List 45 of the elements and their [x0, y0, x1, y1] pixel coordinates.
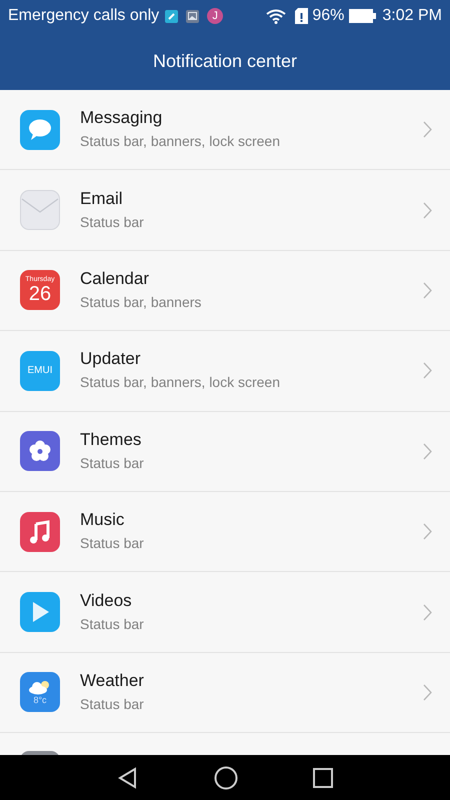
carrier-text: Emergency calls only	[8, 6, 160, 26]
home-icon[interactable]	[214, 766, 238, 790]
notification-channels: Status bar	[80, 212, 145, 232]
envelope-icon	[20, 190, 60, 230]
notification-channels: Status bar, banners	[80, 292, 202, 312]
edit-notification-icon	[165, 10, 178, 22]
chevron-right-icon	[423, 523, 432, 540]
app-name: Themes	[80, 428, 142, 451]
app-name: Messaging	[80, 107, 164, 130]
app-name: Videos	[80, 590, 133, 612]
clock-text: 3:02 PM	[382, 6, 442, 26]
chevron-right-icon	[423, 684, 432, 701]
chevron-right-icon	[423, 362, 432, 380]
app-name: Email	[80, 188, 124, 210]
app-name: Weather	[80, 670, 145, 692]
app-name: Calendar	[80, 268, 150, 290]
chevron-right-icon	[423, 282, 432, 299]
weather-icon: 8°c	[20, 672, 60, 712]
notification-channels: Status bar, banners, lock screen	[80, 132, 281, 152]
updater-icon: EMUI	[20, 350, 60, 391]
app-row[interactable]: Themes Status bar	[0, 412, 450, 492]
sim-alert-icon	[295, 8, 308, 24]
wifi-icon	[266, 8, 286, 24]
battery-icon	[349, 9, 376, 23]
recents-icon[interactable]	[312, 768, 333, 788]
speech-bubble-icon	[20, 110, 60, 150]
notification-channels: Status bar	[80, 694, 145, 714]
app-name: Music	[80, 509, 126, 532]
chevron-right-icon	[423, 604, 432, 621]
flower-icon	[20, 431, 60, 472]
chevron-right-icon	[423, 442, 432, 460]
app-row[interactable]: 8°c Weather Status bar	[0, 652, 450, 734]
screen-title: Notification center	[152, 50, 298, 72]
battery-percent: 96%	[312, 6, 344, 26]
music-note-icon	[20, 512, 60, 552]
play-icon	[20, 592, 60, 632]
contact-avatar: J	[207, 8, 224, 24]
chevron-right-icon	[423, 121, 432, 138]
notification-channels: Status bar	[80, 534, 145, 554]
image-notification-icon	[186, 10, 200, 22]
notification-channels: Status bar	[80, 454, 145, 473]
chevron-right-icon	[423, 202, 432, 219]
notification-channels: Status bar, banners, lock screen	[80, 373, 281, 392]
app-name: Updater	[80, 348, 142, 370]
notification-channels: Status bar	[80, 614, 145, 634]
